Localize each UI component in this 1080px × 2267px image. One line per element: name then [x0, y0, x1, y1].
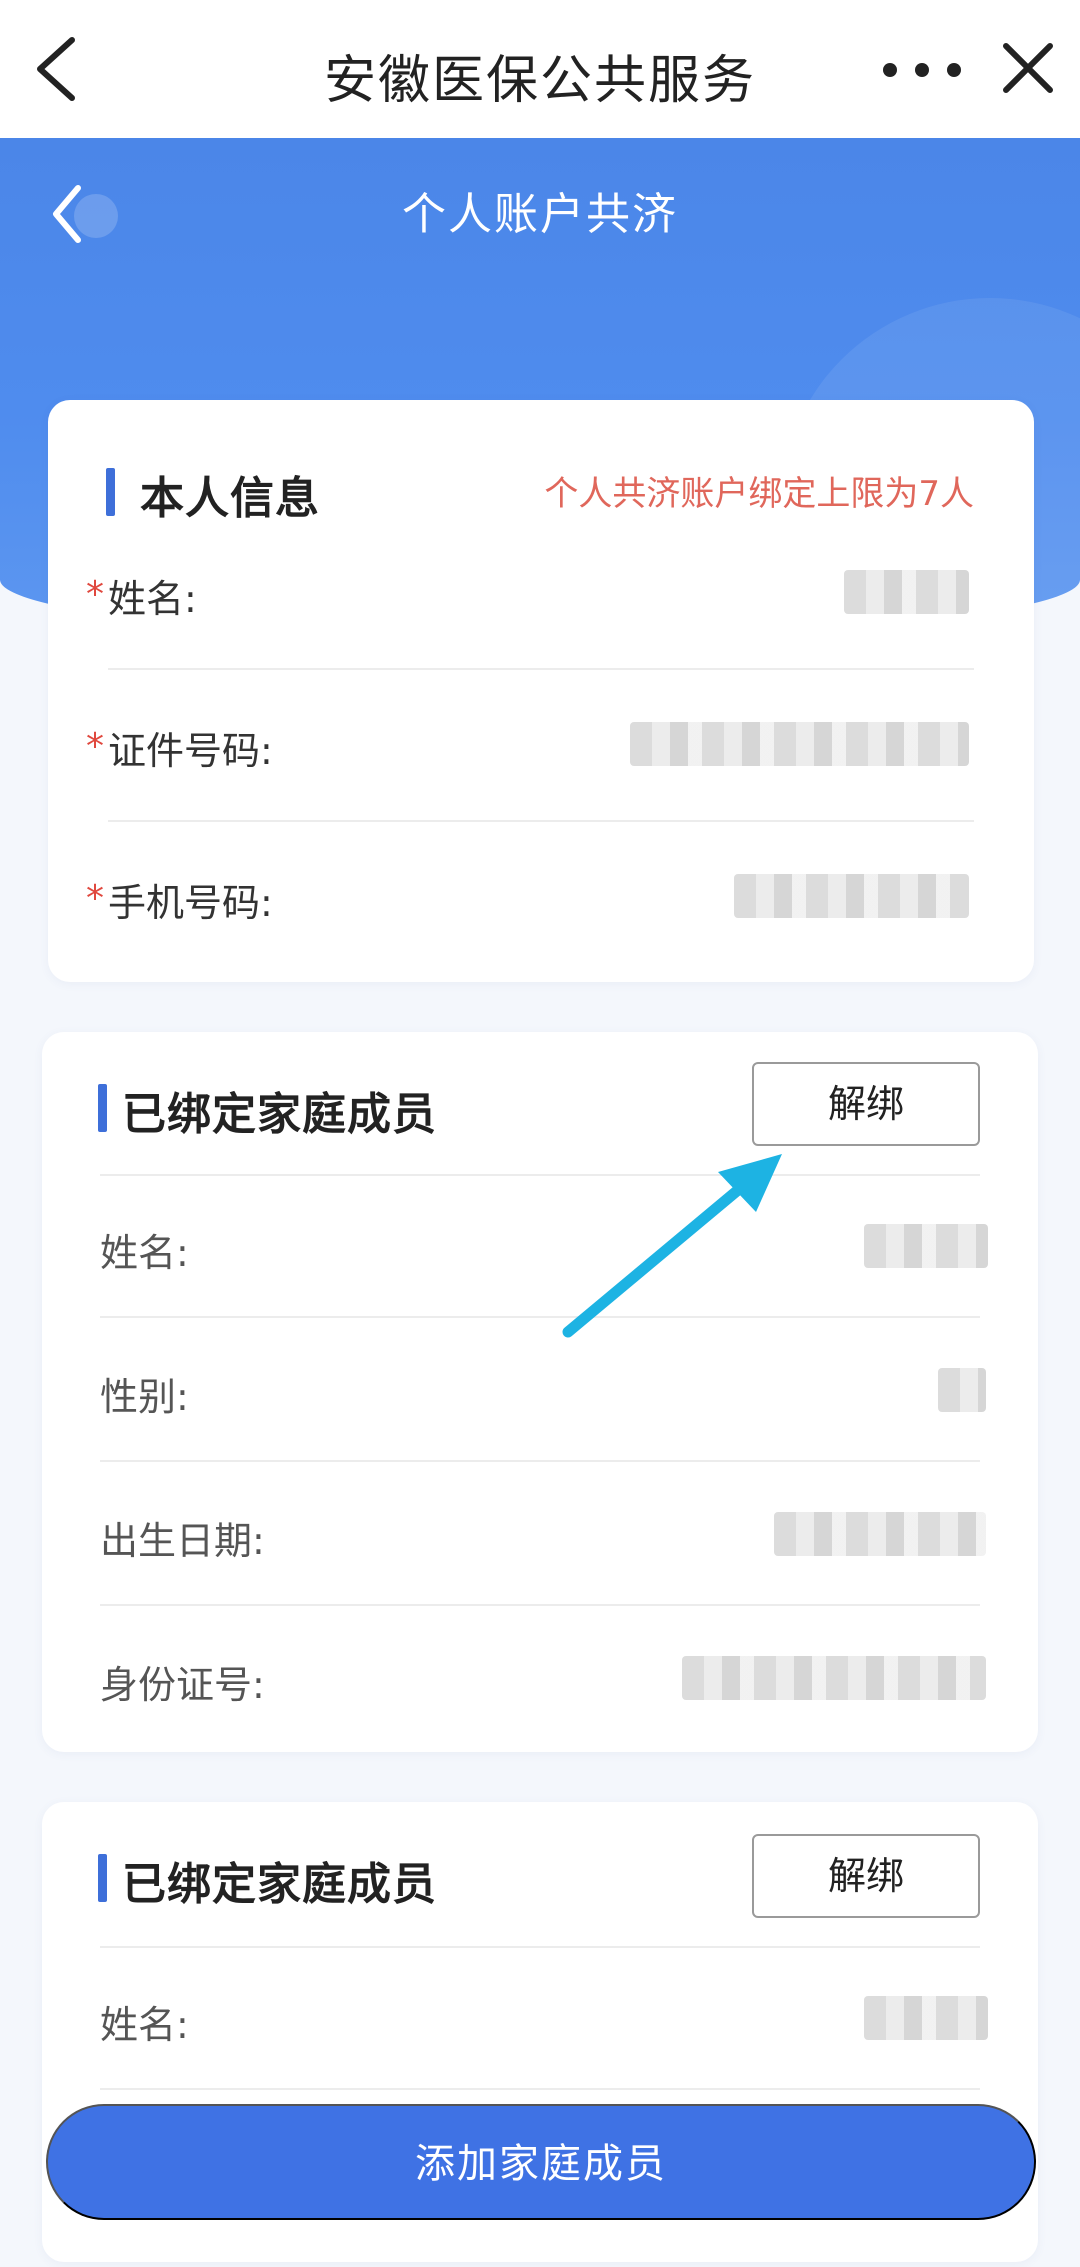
self-id-row: * 证件号码:: [48, 672, 1034, 822]
self-phone-label: 手机号码:: [108, 881, 273, 925]
more-dots-icon[interactable]: [872, 50, 972, 90]
member-name-row: 姓名:: [42, 1946, 1038, 2090]
self-info-card: 本人信息 个人共济账户绑定上限为7人 * 姓名: * 证件号码: * 手机号码:: [48, 400, 1034, 982]
arrow-annotation-icon: [562, 1154, 782, 1338]
member-birth-row: 出生日期:: [42, 1462, 1038, 1606]
app-bar: 安徽医保公共服务: [0, 0, 1080, 138]
member-birth-value: [774, 1512, 986, 1556]
member-id-label: 身份证号:: [100, 1663, 265, 1707]
required-mark: *: [86, 726, 104, 767]
self-id-label: 证件号码:: [108, 729, 273, 773]
bound-member-card: 已绑定家庭成员 解绑 姓名: 性别: 出生日期: 身份证号:: [42, 1032, 1038, 1752]
unbind-button[interactable]: 解绑: [752, 1834, 980, 1918]
section-marker: [98, 1854, 107, 1902]
add-family-member-button[interactable]: 添加家庭成员: [46, 2104, 1036, 2220]
member-name-value: [864, 1224, 988, 1268]
close-icon[interactable]: [998, 36, 1058, 100]
self-id-value: [630, 722, 969, 766]
member-name-label: 姓名:: [100, 2003, 189, 2047]
self-name-label: 姓名:: [108, 577, 197, 621]
page-title: 个人账户共济: [402, 189, 678, 240]
section-marker: [98, 1084, 107, 1132]
divider: [100, 2088, 980, 2090]
bound-member-title: 已绑定家庭成员: [122, 1089, 437, 1140]
member-birth-label: 出生日期:: [100, 1519, 265, 1563]
required-mark: *: [86, 574, 104, 615]
required-mark: *: [86, 878, 104, 919]
member-id-value: [682, 1656, 986, 1700]
divider: [108, 820, 974, 822]
divider: [108, 668, 974, 670]
section-marker: [106, 468, 115, 516]
self-phone-row: * 手机号码:: [48, 824, 1034, 974]
member-gender-label: 性别:: [100, 1375, 189, 1419]
member-name-value: [864, 1996, 988, 2040]
bind-limit-note: 个人共济账户绑定上限为7人: [544, 474, 974, 514]
self-name-value: [844, 570, 969, 614]
self-name-row: * 姓名:: [48, 520, 1034, 670]
member-gender-row: 性别:: [42, 1318, 1038, 1462]
member-id-row: 身份证号:: [42, 1606, 1038, 1750]
self-info-title: 本人信息: [140, 473, 320, 524]
member-gender-value: [938, 1368, 986, 1412]
self-phone-value: [734, 874, 969, 918]
unbind-button[interactable]: 解绑: [752, 1062, 980, 1146]
bound-member-title: 已绑定家庭成员: [122, 1859, 437, 1910]
member-name-label: 姓名:: [100, 1231, 189, 1275]
member-name-row: 姓名:: [42, 1174, 1038, 1318]
